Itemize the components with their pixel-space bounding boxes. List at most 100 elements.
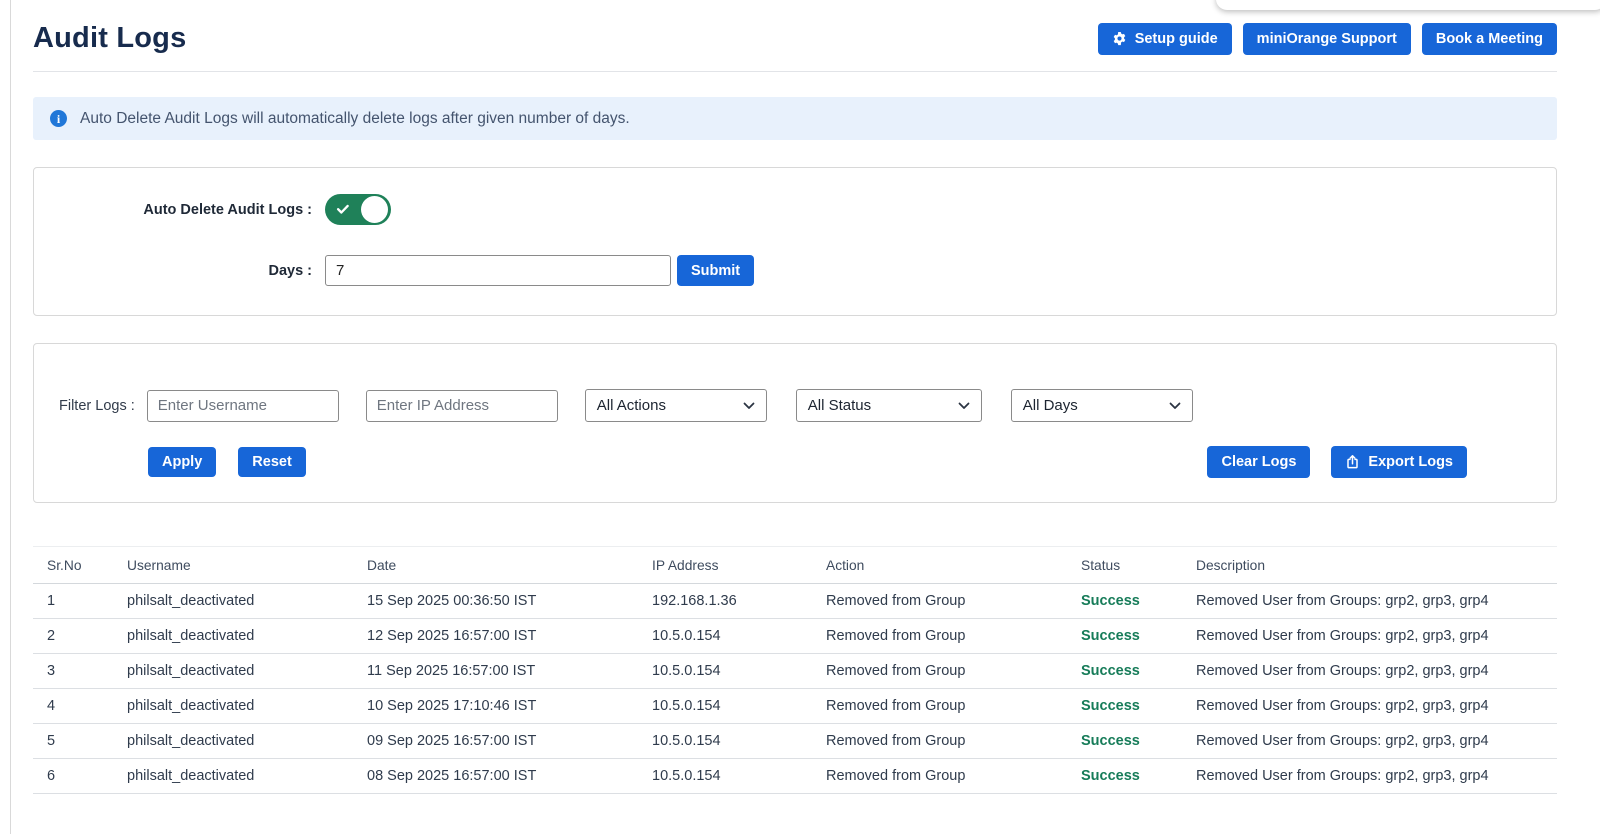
cell-description: Removed User from Groups: grp2, grp3, gr… <box>1196 618 1557 654</box>
auto-delete-label: Auto Delete Audit Logs : <box>143 201 312 218</box>
cell-srno: 4 <box>33 688 127 724</box>
actions-select[interactable]: All Actions <box>584 389 767 422</box>
auto-delete-toggle[interactable] <box>325 194 391 225</box>
filter-actions: Apply Reset Clear Logs Export Logs <box>34 446 1556 478</box>
col-status: Status <box>1081 546 1196 584</box>
table-row: 3 philsalt_deactivated 11 Sep 2025 16:57… <box>33 653 1557 689</box>
cell-action: Removed from Group <box>826 583 1081 619</box>
actions-select-value: All Actions <box>596 397 666 414</box>
cell-date: 08 Sep 2025 16:57:00 IST <box>367 758 652 794</box>
cell-date: 10 Sep 2025 17:10:46 IST <box>367 688 652 724</box>
days-select[interactable]: All Days <box>1010 389 1193 422</box>
cell-srno: 3 <box>33 653 127 689</box>
table-row: 5 philsalt_deactivated 09 Sep 2025 16:57… <box>33 723 1557 759</box>
cell-status: Success <box>1081 758 1196 794</box>
table-header: Sr.No Username Date IP Address Action St… <box>33 546 1557 584</box>
filter-logs-label: Filter Logs : <box>59 397 135 414</box>
gear-icon <box>1112 31 1127 46</box>
audit-log-table: Sr.No Username Date IP Address Action St… <box>33 546 1557 794</box>
title-divider <box>33 71 1557 72</box>
table-row: 2 philsalt_deactivated 12 Sep 2025 16:57… <box>33 618 1557 654</box>
auto-delete-panel: Auto Delete Audit Logs : Days : Submit <box>33 167 1557 316</box>
status-select-value: All Status <box>807 397 872 414</box>
cell-description: Removed User from Groups: grp2, grp3, gr… <box>1196 723 1557 759</box>
cell-description: Removed User from Groups: grp2, grp3, gr… <box>1196 688 1557 724</box>
cell-description: Removed User from Groups: grp2, grp3, gr… <box>1196 583 1557 619</box>
submit-button[interactable]: Submit <box>677 255 755 286</box>
export-logs-label: Export Logs <box>1368 454 1453 470</box>
check-icon <box>336 202 350 216</box>
col-srno: Sr.No <box>33 546 127 584</box>
cell-status: Success <box>1081 653 1196 689</box>
cell-username: philsalt_deactivated <box>127 758 367 794</box>
username-filter-input[interactable] <box>146 389 339 422</box>
chevron-down-icon <box>1169 402 1181 410</box>
cell-username: philsalt_deactivated <box>127 723 367 759</box>
cell-description: Removed User from Groups: grp2, grp3, gr… <box>1196 653 1557 689</box>
cell-status: Success <box>1081 618 1196 654</box>
info-banner-text: Auto Delete Audit Logs will automaticall… <box>80 109 630 127</box>
cell-ip: 10.5.0.154 <box>652 688 826 724</box>
info-banner: i Auto Delete Audit Logs will automatica… <box>33 97 1557 140</box>
cell-status: Success <box>1081 723 1196 759</box>
cell-description: Removed User from Groups: grp2, grp3, gr… <box>1196 758 1557 794</box>
page-title: Audit Logs <box>33 22 187 54</box>
days-select-value: All Days <box>1022 397 1078 414</box>
cell-ip: 192.168.1.36 <box>652 583 826 619</box>
days-input[interactable] <box>325 255 671 286</box>
days-label: Days : <box>268 262 312 279</box>
cell-username: philsalt_deactivated <box>127 653 367 689</box>
clear-logs-button[interactable]: Clear Logs <box>1207 446 1311 478</box>
cell-status: Success <box>1081 583 1196 619</box>
filter-actions-left: Apply Reset <box>148 447 306 477</box>
setup-guide-label: Setup guide <box>1134 30 1218 47</box>
status-select[interactable]: All Status <box>795 389 982 422</box>
cell-action: Removed from Group <box>826 618 1081 654</box>
cell-srno: 5 <box>33 723 127 759</box>
cell-action: Removed from Group <box>826 653 1081 689</box>
table-row: 4 philsalt_deactivated 10 Sep 2025 17:10… <box>33 688 1557 724</box>
chevron-down-icon <box>743 402 755 410</box>
table-body: 1 philsalt_deactivated 15 Sep 2025 00:36… <box>33 583 1557 794</box>
table-row: 1 philsalt_deactivated 15 Sep 2025 00:36… <box>33 583 1557 619</box>
filter-row: Filter Logs : All Actions All Status <box>34 389 1556 422</box>
table-header-row: Sr.No Username Date IP Address Action St… <box>33 546 1557 584</box>
cell-srno: 2 <box>33 618 127 654</box>
cell-date: 12 Sep 2025 16:57:00 IST <box>367 618 652 654</box>
ip-filter-input[interactable] <box>365 389 558 422</box>
export-logs-button[interactable]: Export Logs <box>1331 446 1467 478</box>
table-row: 6 philsalt_deactivated 08 Sep 2025 16:57… <box>33 758 1557 794</box>
book-a-meeting-button[interactable]: Book a Meeting <box>1421 22 1557 55</box>
miniorange-support-button[interactable]: miniOrange Support <box>1242 22 1411 55</box>
cell-date: 15 Sep 2025 00:36:50 IST <box>367 583 652 619</box>
col-username: Username <box>127 546 367 584</box>
info-icon: i <box>50 110 67 127</box>
book-a-meeting-label: Book a Meeting <box>1435 30 1543 47</box>
header-buttons: Setup guide miniOrange Support Book a Me… <box>1097 22 1557 55</box>
cell-date: 11 Sep 2025 16:57:00 IST <box>367 653 652 689</box>
cell-srno: 1 <box>33 583 127 619</box>
cell-action: Removed from Group <box>826 758 1081 794</box>
cell-action: Removed from Group <box>826 688 1081 724</box>
setup-guide-button[interactable]: Setup guide <box>1097 22 1232 55</box>
audit-logs-page: Audit Logs Setup guide miniOrange Suppor… <box>0 0 1600 834</box>
apply-button[interactable]: Apply <box>148 447 217 477</box>
cell-username: philsalt_deactivated <box>127 618 367 654</box>
cell-username: philsalt_deactivated <box>127 688 367 724</box>
col-action: Action <box>826 546 1081 584</box>
filter-actions-right: Clear Logs Export Logs <box>1207 446 1467 478</box>
cell-srno: 6 <box>33 758 127 794</box>
cell-ip: 10.5.0.154 <box>652 758 826 794</box>
toggle-knob <box>361 196 388 223</box>
filter-panel: Filter Logs : All Actions All Status <box>33 343 1557 503</box>
reset-button[interactable]: Reset <box>238 447 306 477</box>
col-description: Description <box>1196 546 1557 584</box>
content-area: Audit Logs Setup guide miniOrange Suppor… <box>0 0 1600 794</box>
cell-ip: 10.5.0.154 <box>652 618 826 654</box>
days-row: Days : Submit <box>34 255 1556 286</box>
cell-status: Success <box>1081 688 1196 724</box>
cell-date: 09 Sep 2025 16:57:00 IST <box>367 723 652 759</box>
page-header: Audit Logs Setup guide miniOrange Suppor… <box>33 0 1557 55</box>
col-date: Date <box>367 546 652 584</box>
chevron-down-icon <box>958 402 970 410</box>
